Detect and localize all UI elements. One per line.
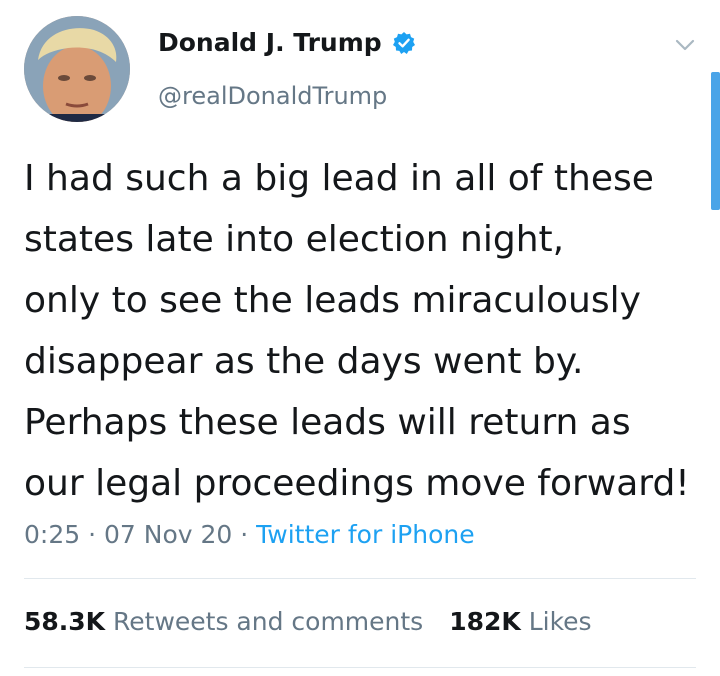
retweets-and-comments-link[interactable]: 58.3K Retweets and comments bbox=[24, 607, 423, 636]
separator: · bbox=[232, 520, 257, 549]
retweets-label: Retweets and comments bbox=[105, 607, 424, 636]
tweet-date[interactable]: 07 Nov 20 bbox=[104, 520, 232, 549]
divider bbox=[24, 578, 696, 579]
tweet-metadata: 0:25 · 07 Nov 20 · Twitter for iPhone bbox=[24, 520, 475, 549]
likes-count: 182K bbox=[449, 607, 521, 636]
tweet-line: Perhaps these leads will return as bbox=[24, 402, 631, 443]
avatar[interactable] bbox=[24, 16, 130, 122]
tweet-line: disappear as the days went by. bbox=[24, 341, 584, 382]
tweet-source-link[interactable]: Twitter for iPhone bbox=[256, 520, 474, 549]
tweet-time[interactable]: 0:25 bbox=[24, 520, 80, 549]
chevron-down-icon[interactable] bbox=[674, 34, 696, 56]
display-name-row[interactable]: Donald J. Trump bbox=[158, 28, 416, 57]
avatar-image bbox=[24, 16, 130, 122]
user-handle[interactable]: @realDonaldTrump bbox=[158, 82, 387, 110]
verified-badge-icon bbox=[392, 31, 416, 55]
tweet-text: I had such a big lead in all of these st… bbox=[24, 148, 714, 514]
tweet-line: only to see the leads miraculously bbox=[24, 280, 641, 321]
divider bbox=[24, 667, 696, 668]
display-name[interactable]: Donald J. Trump bbox=[158, 28, 382, 57]
tweet-line: I had such a big lead in all of these bbox=[24, 158, 654, 199]
likes-label: Likes bbox=[520, 607, 592, 636]
retweets-count: 58.3K bbox=[24, 607, 106, 636]
tweet-line: our legal proceedings move forward! bbox=[24, 463, 690, 504]
tweet-line: states late into election night, bbox=[24, 219, 565, 260]
separator: · bbox=[80, 520, 104, 549]
engagement-stats: 58.3K Retweets and comments 182K Likes bbox=[24, 607, 592, 636]
likes-link[interactable]: 182K Likes bbox=[449, 607, 591, 636]
